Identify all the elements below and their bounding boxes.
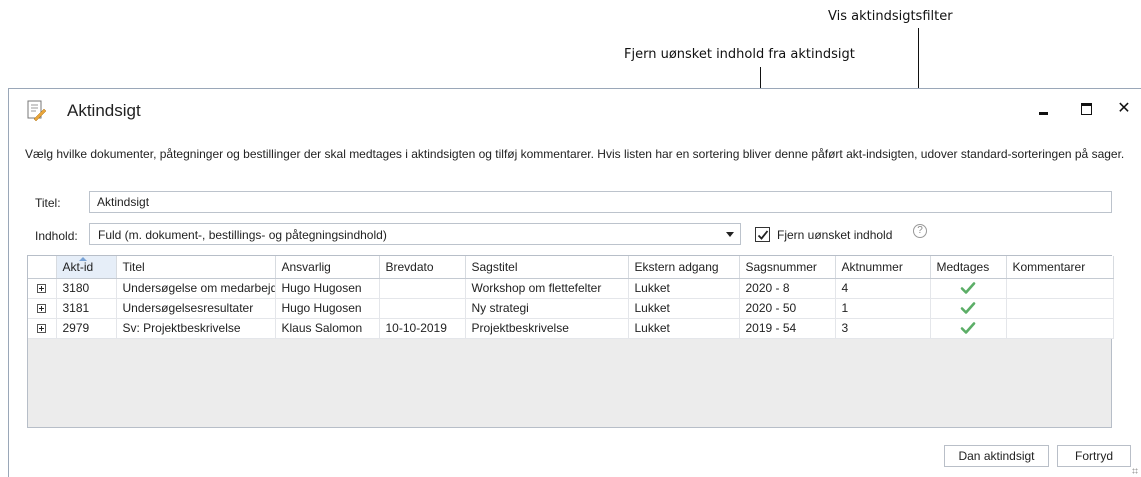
close-button[interactable]: ✕ [1113, 97, 1135, 119]
cell-brevdato [379, 298, 466, 319]
column-header-sagsnummer[interactable]: Sagsnummer [739, 256, 836, 279]
indhold-select[interactable]: Fuld (m. dokument-, bestillings- og påte… [89, 223, 741, 245]
cell-ekstern-adgang: Lukket [628, 318, 740, 339]
cell-sagsnummer: 2020 - 8 [739, 278, 836, 299]
cell-titel: Sv: Projektbeskrivelse [116, 318, 276, 339]
checkmark-icon [757, 230, 769, 240]
resize-grip[interactable] [1132, 468, 1138, 474]
cell-akt-id: 3181 [56, 298, 117, 319]
cell-aktnummer: 3 [835, 318, 931, 339]
annotation-filter-label: Vis aktindsigtsfilter [828, 9, 953, 24]
row-expander[interactable] [28, 278, 57, 299]
column-header-akt-id[interactable]: Akt-id [56, 256, 117, 279]
cell-medtages[interactable] [930, 318, 1007, 339]
remove-unwanted-label[interactable]: Fjern uønsket indhold [777, 228, 892, 242]
window-title: Aktindsigt [67, 101, 141, 120]
green-check-icon[interactable] [960, 321, 976, 335]
sort-ascending-icon [78, 257, 87, 261]
row-expander[interactable] [28, 298, 57, 319]
cell-akt-id: 3180 [56, 278, 117, 299]
column-header-titel[interactable]: Titel [116, 256, 276, 279]
titel-label: Titel: [35, 196, 61, 210]
cell-ekstern-adgang: Lukket [628, 278, 740, 299]
table-header-row: Akt-id Titel Ansvarlig Brevdato Sagstite… [28, 256, 1114, 279]
expand-plus-icon[interactable] [37, 324, 47, 334]
expand-column-header [28, 256, 57, 279]
cell-sagstitel: Ny strategi [465, 298, 629, 319]
table-row[interactable]: 3180 Undersøgelse om medarbejdere Hugo H… [28, 278, 1114, 299]
titel-input[interactable] [89, 191, 1112, 213]
annotation-remove-label: Fjern uønsket indhold fra aktindsigt [624, 47, 855, 62]
cell-sagsnummer: 2020 - 50 [739, 298, 836, 319]
table-row[interactable]: 3181 Undersøgelsesresultater Hugo Hugose… [28, 298, 1114, 319]
cell-kommentarer[interactable] [1006, 318, 1114, 339]
cell-aktnummer: 1 [835, 298, 931, 319]
green-check-icon[interactable] [960, 281, 976, 295]
cell-medtages[interactable] [930, 298, 1007, 319]
minimize-button[interactable] [1033, 97, 1055, 119]
column-header-ansvarlig[interactable]: Ansvarlig [275, 256, 380, 279]
akt-grid: Akt-id Titel Ansvarlig Brevdato Sagstite… [27, 255, 1114, 428]
help-icon[interactable]: ? [913, 224, 927, 238]
remove-unwanted-checkbox[interactable] [755, 227, 770, 242]
dialog-description: Vælg hvilke dokumenter, påtegninger og b… [25, 147, 1125, 161]
cell-aktnummer: 4 [835, 278, 931, 299]
cell-kommentarer[interactable] [1006, 298, 1114, 319]
cell-sagstitel: Workshop om flettefelter [465, 278, 629, 299]
column-header-aktnummer[interactable]: Aktnummer [835, 256, 931, 279]
cell-sagsnummer: 2019 - 54 [739, 318, 836, 339]
indhold-selected-value: Fuld (m. dokument-, bestillings- og påte… [98, 228, 387, 242]
table-row[interactable]: 2979 Sv: Projektbeskrivelse Klaus Salomo… [28, 318, 1114, 339]
cell-sagstitel: Projektbeskrivelse [465, 318, 629, 339]
title-bar: Aktindsigt ✕ [9, 89, 1141, 129]
aktindsigt-dialog: Aktindsigt ✕ Vælg hvilke dokumenter, påt… [8, 88, 1141, 477]
column-header-ekstern-adgang[interactable]: Ekstern adgang [628, 256, 740, 279]
expand-plus-icon[interactable] [37, 304, 47, 314]
column-header-sagstitel[interactable]: Sagstitel [465, 256, 629, 279]
cell-ansvarlig: Hugo Hugosen [275, 278, 380, 299]
cell-brevdato [379, 278, 466, 299]
cell-ansvarlig: Hugo Hugosen [275, 298, 380, 319]
indhold-label: Indhold: [35, 229, 78, 243]
chevron-down-icon [726, 232, 734, 237]
akt-table: Akt-id Titel Ansvarlig Brevdato Sagstite… [28, 256, 1114, 339]
document-edit-icon [25, 99, 47, 122]
cell-akt-id: 2979 [56, 318, 117, 339]
cell-kommentarer[interactable] [1006, 278, 1114, 299]
cell-brevdato: 10-10-2019 [379, 318, 466, 339]
cell-ansvarlig: Klaus Salomon [275, 318, 380, 339]
column-header-medtages[interactable]: Medtages [930, 256, 1007, 279]
cell-medtages[interactable] [930, 278, 1007, 299]
column-header-kommentarer[interactable]: Kommentarer [1006, 256, 1114, 279]
cell-titel: Undersøgelse om medarbejdere [116, 278, 276, 299]
fortryd-button[interactable]: Fortryd [1057, 445, 1131, 467]
row-expander[interactable] [28, 318, 57, 339]
cell-titel: Undersøgelsesresultater [116, 298, 276, 319]
maximize-button[interactable] [1075, 97, 1097, 119]
green-check-icon[interactable] [960, 301, 976, 315]
dan-aktindsigt-button[interactable]: Dan aktindsigt [944, 445, 1049, 467]
cell-ekstern-adgang: Lukket [628, 298, 740, 319]
expand-plus-icon[interactable] [37, 284, 47, 294]
column-header-brevdato[interactable]: Brevdato [379, 256, 466, 279]
